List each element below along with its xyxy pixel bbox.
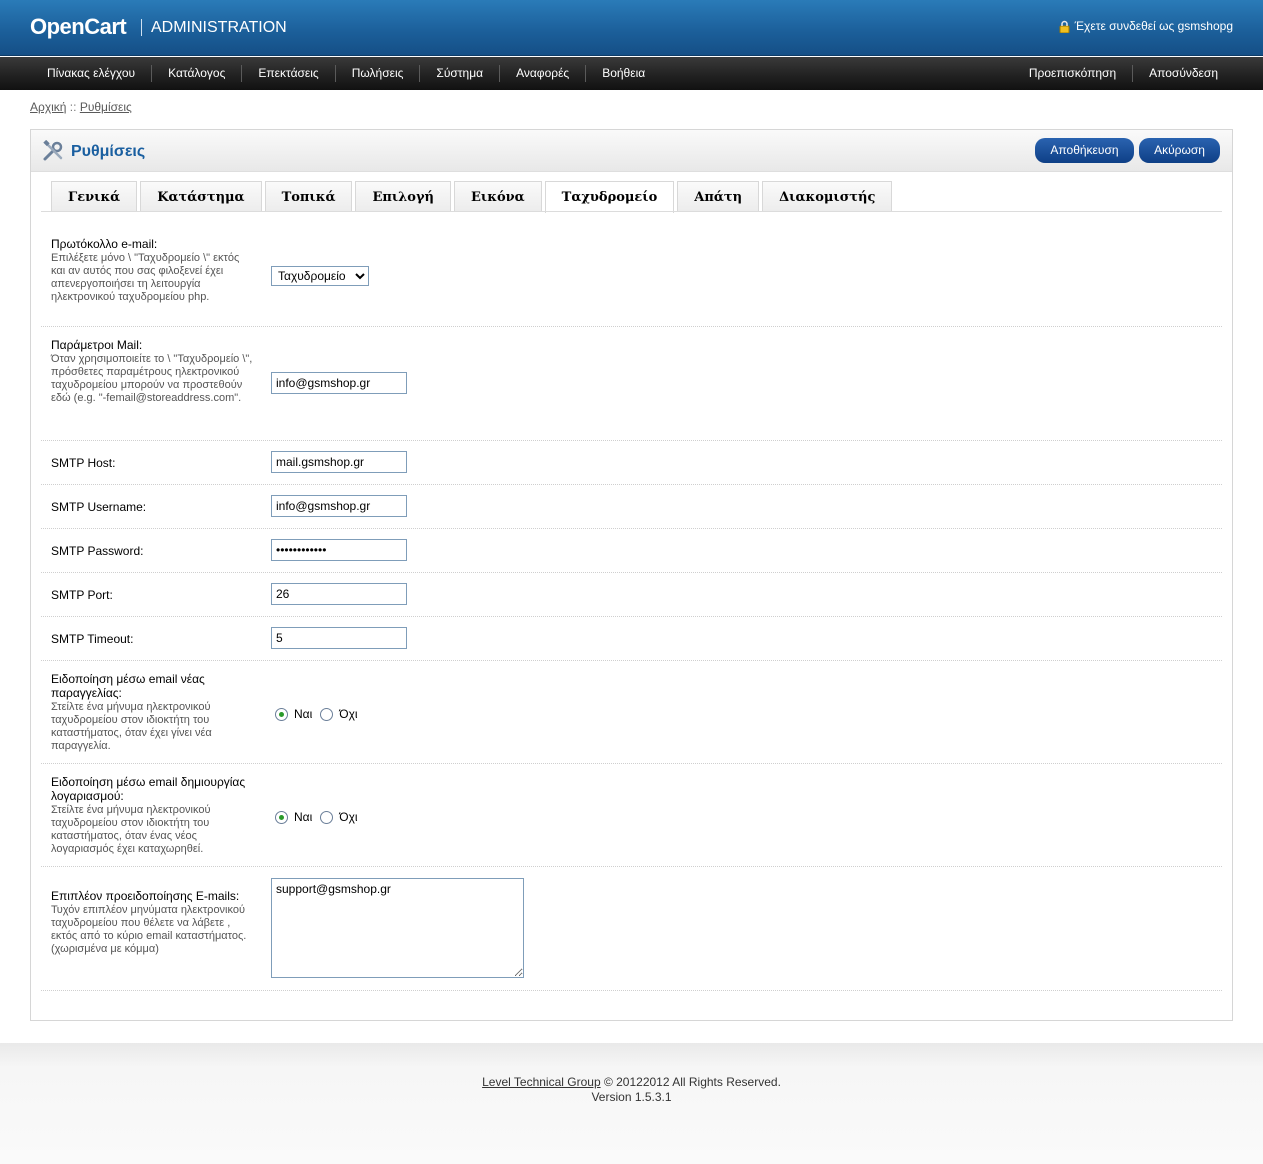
footer: Level Technical Group © 20122012 All Rig… — [0, 1075, 1263, 1105]
smtp-host-input[interactable] — [271, 451, 407, 473]
menu-item-sales[interactable]: Πωλήσεις — [334, 65, 420, 82]
smtp-timeout-label: SMTP Timeout: — [51, 632, 134, 646]
breadcrumb-home-link[interactable]: Αρχική — [30, 100, 66, 114]
menu-item-extensions[interactable]: Επεκτάσεις — [241, 65, 334, 82]
account-mail-label-block: Ειδοποίηση μέσω email δημιουργίας λογαρι… — [51, 775, 256, 856]
tab-local[interactable]: Τοπικά — [264, 181, 353, 212]
main-menu: Πίνακας ελέγχου Κατάλογος Επεκτάσεις Πωλ… — [0, 57, 1263, 90]
footer-link[interactable]: Level Technical Group — [482, 1075, 601, 1089]
settings-box: Ρυθμίσεις Αποθήκευση Ακύρωση Γενικά Κατά… — [30, 129, 1233, 1021]
tabs-divider — [41, 211, 1222, 212]
smtp-timeout-input[interactable] — [271, 627, 407, 649]
alert-emails-help: Τυχόν επιπλέον μηνύματα ηλεκτρονικού ταχ… — [51, 904, 247, 955]
cancel-button[interactable]: Ακύρωση — [1139, 138, 1220, 163]
menu-right: Προεπισκόπηση Αποσύνδεση — [1013, 57, 1234, 90]
smtp-username-input[interactable] — [271, 495, 407, 517]
menu-item-logout[interactable]: Αποσύνδεση — [1132, 65, 1234, 82]
footer-copyright: © 20122012 All Rights Reserved. — [600, 1075, 781, 1089]
footer-copyright-line: Level Technical Group © 20122012 All Rig… — [0, 1075, 1263, 1090]
form-row-mail-protocol: Πρωτόκολλο e-mail: Επιλέξετε μόνο \ "Ταχ… — [41, 228, 1222, 327]
account-mail-yes-radio[interactable] — [275, 810, 288, 824]
logo-divider — [141, 19, 142, 36]
breadcrumb-current-link[interactable]: Ρυθμίσεις — [80, 100, 132, 114]
tab-general[interactable]: Γενικά — [51, 181, 138, 212]
menu-item-catalog[interactable]: Κατάλογος — [151, 65, 241, 82]
smtp-port-input[interactable] — [271, 583, 407, 605]
mail-protocol-label: Πρωτόκολλο e-mail: — [51, 237, 158, 251]
tab-server[interactable]: Διακομιστής — [762, 181, 893, 212]
tab-image[interactable]: Εικόνα — [454, 181, 542, 212]
alert-mail-label: Ειδοποίηση μέσω email νέας παραγγελίας: — [51, 672, 205, 700]
alert-mail-no-radio[interactable] — [320, 707, 334, 721]
smtp-username-label: SMTP Username: — [51, 500, 147, 514]
alert-mail-help: Στείλτε ένα μήνυμα ηλεκτρονικού ταχυδρομ… — [51, 701, 212, 752]
mail-parameter-label: Παράμετροι Mail: — [51, 338, 143, 352]
form-row-smtp-port: SMTP Port: — [41, 573, 1222, 617]
mail-parameter-input[interactable] — [271, 372, 407, 394]
tab-option[interactable]: Επιλογή — [355, 181, 452, 212]
menu-left: Πίνακας ελέγχου Κατάλογος Επεκτάσεις Πωλ… — [31, 57, 661, 90]
menu-item-system[interactable]: Σύστημα — [419, 65, 499, 82]
smtp-host-label: SMTP Host: — [51, 456, 116, 470]
form-row-mail-parameter: Παράμετροι Mail: Όταν χρησιμοποιείτε το … — [41, 327, 1222, 441]
logged-in-status: Έχετε συνδεθεί ως gsmshopg — [1059, 19, 1233, 33]
tools-icon — [43, 140, 63, 161]
alert-mail-no-label[interactable]: Όχι — [339, 707, 357, 721]
alert-mail-yes-radio[interactable] — [275, 707, 288, 721]
alert-mail-radio-group: Ναι Όχι — [275, 707, 366, 721]
smtp-password-input[interactable] — [271, 539, 407, 561]
alert-mail-label-block: Ειδοποίηση μέσω email νέας παραγγελίας: … — [51, 672, 256, 753]
smtp-port-label: SMTP Port: — [51, 588, 113, 602]
menu-item-help[interactable]: Βοήθεια — [585, 65, 661, 82]
alert-emails-textarea[interactable]: support@gsmshop.gr — [271, 878, 524, 978]
form-row-smtp-username: SMTP Username: — [41, 485, 1222, 529]
lock-icon — [1059, 20, 1070, 33]
mail-parameter-label-block: Παράμετροι Mail: Όταν χρησιμοποιείτε το … — [51, 338, 256, 405]
account-mail-yes-label[interactable]: Ναι — [294, 810, 312, 824]
form-row-smtp-password: SMTP Password: — [41, 529, 1222, 573]
form-row-account-mail: Ειδοποίηση μέσω email δημιουργίας λογαρι… — [41, 764, 1222, 867]
alert-emails-label: Επιπλέον προειδοποίησης E-mails: — [51, 889, 240, 903]
mail-protocol-help: Επιλέξετε μόνο \ "Ταχυδρομείο \" εκτός κ… — [51, 252, 240, 303]
box-heading: Ρυθμίσεις Αποθήκευση Ακύρωση — [31, 130, 1232, 172]
logo[interactable]: OpenCart — [30, 14, 127, 40]
breadcrumb: Αρχική :: Ρυθμίσεις — [30, 100, 132, 114]
account-mail-help: Στείλτε ένα μήνυμα ηλεκτρονικού ταχυδρομ… — [51, 804, 211, 855]
alert-emails-label-block: Επιπλέον προειδοποίησης E-mails: Τυχόν ε… — [51, 889, 256, 956]
tab-fraud[interactable]: Απάτη — [677, 181, 760, 212]
logged-in-text: Έχετε συνδεθεί ως gsmshopg — [1074, 19, 1233, 33]
header-bar: OpenCart ADMINISTRATION Έχετε συνδεθεί ω… — [0, 0, 1263, 56]
alert-mail-yes-label[interactable]: Ναι — [294, 707, 312, 721]
account-mail-radio-group: Ναι Όχι — [275, 810, 366, 824]
save-button[interactable]: Αποθήκευση — [1035, 138, 1134, 163]
tab-store[interactable]: Κατάστημα — [140, 181, 262, 212]
menu-item-dashboard[interactable]: Πίνακας ελέγχου — [31, 65, 151, 82]
mail-protocol-label-block: Πρωτόκολλο e-mail: Επιλέξετε μόνο \ "Ταχ… — [51, 237, 256, 304]
footer-version: Version 1.5.3.1 — [591, 1090, 672, 1104]
tab-mail[interactable]: Ταχυδρομείο — [544, 181, 675, 213]
page-title: Ρυθμίσεις — [71, 143, 146, 160]
account-mail-label: Ειδοποίηση μέσω email δημιουργίας λογαρι… — [51, 775, 246, 803]
admin-label: ADMINISTRATION — [151, 19, 287, 36]
form-row-smtp-timeout: SMTP Timeout: — [41, 617, 1222, 661]
mail-parameter-help: Όταν χρησιμοποιείτε το \ "Ταχυδρομείο \"… — [51, 353, 253, 404]
smtp-password-label: SMTP Password: — [51, 544, 144, 558]
menu-item-preview[interactable]: Προεπισκόπηση — [1013, 65, 1132, 82]
mail-protocol-select[interactable]: Ταχυδρομείο — [271, 266, 369, 286]
account-mail-no-radio[interactable] — [320, 810, 334, 824]
breadcrumb-separator: :: — [66, 100, 80, 114]
form-row-alert-emails: Επιπλέον προειδοποίησης E-mails: Τυχόν ε… — [41, 867, 1222, 991]
menu-item-reports[interactable]: Αναφορές — [499, 65, 585, 82]
form-row-smtp-host: SMTP Host: — [41, 441, 1222, 485]
tab-bar: Γενικά Κατάστημα Τοπικά Επιλογή Εικόνα Τ… — [51, 181, 895, 213]
account-mail-no-label[interactable]: Όχι — [339, 810, 357, 824]
form-row-alert-mail: Ειδοποίηση μέσω email νέας παραγγελίας: … — [41, 661, 1222, 764]
